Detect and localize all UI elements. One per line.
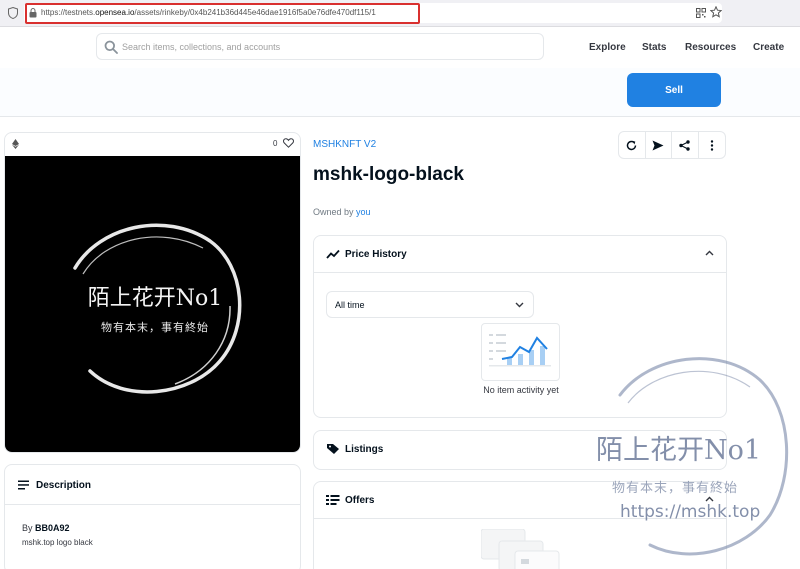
owner-link[interactable]: you — [356, 207, 371, 217]
list-lines-icon — [18, 480, 29, 490]
image-card-toolbar: 0 — [5, 133, 300, 155]
search-input[interactable]: Search items, collections, and accounts — [96, 33, 544, 60]
offers-illustration-icon — [481, 529, 560, 569]
artwork-subtitle: 物有本末，事有終始 — [101, 321, 209, 334]
price-history-title: Price History — [345, 249, 407, 260]
transfer-button[interactable] — [646, 132, 672, 158]
description-header[interactable]: Description — [5, 465, 300, 505]
owner-action-bar: Sell — [0, 68, 800, 117]
lock-icon — [29, 8, 37, 18]
url-text[interactable]: https://testnets.opensea.io/assets/rinke… — [41, 8, 376, 17]
time-range-select[interactable]: All time — [326, 291, 534, 318]
bookmark-star-icon[interactable] — [710, 6, 722, 18]
description-text: mshk.top logo black — [22, 538, 93, 547]
refresh-button[interactable] — [619, 132, 646, 158]
offers-header[interactable]: Offers — [314, 482, 726, 519]
time-range-value: All time — [335, 300, 365, 310]
offers-list-icon — [326, 495, 340, 505]
description-title: Description — [36, 480, 92, 491]
nav-explore[interactable]: Explore — [589, 42, 626, 53]
sell-button[interactable]: Sell — [627, 73, 721, 107]
search-placeholder: Search items, collections, and accounts — [122, 42, 281, 52]
chevron-up-icon — [705, 250, 714, 256]
refresh-icon — [627, 140, 637, 150]
more-options-button[interactable] — [699, 132, 725, 158]
offers-title: Offers — [345, 495, 375, 506]
search-icon — [104, 40, 118, 54]
more-vertical-icon — [710, 139, 713, 151]
nav-create[interactable]: Create — [753, 42, 784, 53]
nft-artwork[interactable]: 陌上花开No1 物有本末，事有終始 — [5, 156, 300, 452]
tag-icon — [327, 444, 339, 454]
item-action-group — [618, 131, 726, 159]
trending-line-icon — [326, 249, 340, 259]
chart-illustration-icon — [489, 334, 551, 367]
listings-title: Listings — [345, 444, 384, 455]
item-image-card: 0 陌上花开No1 物有本末，事有終始 — [4, 132, 301, 453]
creator-link[interactable]: BB0A92 — [35, 523, 70, 533]
chevron-down-icon — [515, 302, 524, 308]
send-icon — [652, 140, 664, 150]
ethereum-icon — [12, 139, 19, 149]
share-button[interactable] — [672, 132, 699, 158]
offers-panel: Offers — [313, 481, 727, 569]
nav-resources[interactable]: Resources — [685, 42, 736, 53]
heart-icon[interactable] — [283, 138, 294, 148]
listings-panel: Listings — [313, 430, 727, 470]
favorite-count: 0 — [273, 139, 278, 148]
collection-link[interactable]: MSHKNFT V2 — [313, 139, 376, 150]
no-activity-text: No item activity yet — [483, 385, 559, 395]
browser-url-bar: https://testnets.opensea.io/assets/rinke… — [0, 0, 800, 27]
site-header: Search items, collections, and accounts … — [0, 27, 800, 68]
price-history-header[interactable]: Price History — [314, 236, 726, 273]
created-by: By BB0A92 — [22, 523, 70, 533]
chevron-up-icon — [705, 496, 714, 502]
nav-stats[interactable]: Stats — [642, 42, 666, 53]
owned-by: Owned by you — [313, 207, 371, 217]
artwork-title: 陌上花开No1 — [87, 286, 223, 311]
listings-header[interactable]: Listings — [314, 431, 726, 468]
qr-code-icon[interactable] — [696, 8, 706, 18]
price-history-panel: Price History All time No item activity … — [313, 235, 727, 418]
shield-icon[interactable] — [8, 7, 18, 19]
share-icon — [679, 139, 690, 151]
description-panel: Description By BB0A92 mshk.top logo blac… — [4, 464, 301, 569]
item-name: mshk-logo-black — [313, 164, 464, 185]
empty-chart-illustration — [481, 323, 560, 381]
